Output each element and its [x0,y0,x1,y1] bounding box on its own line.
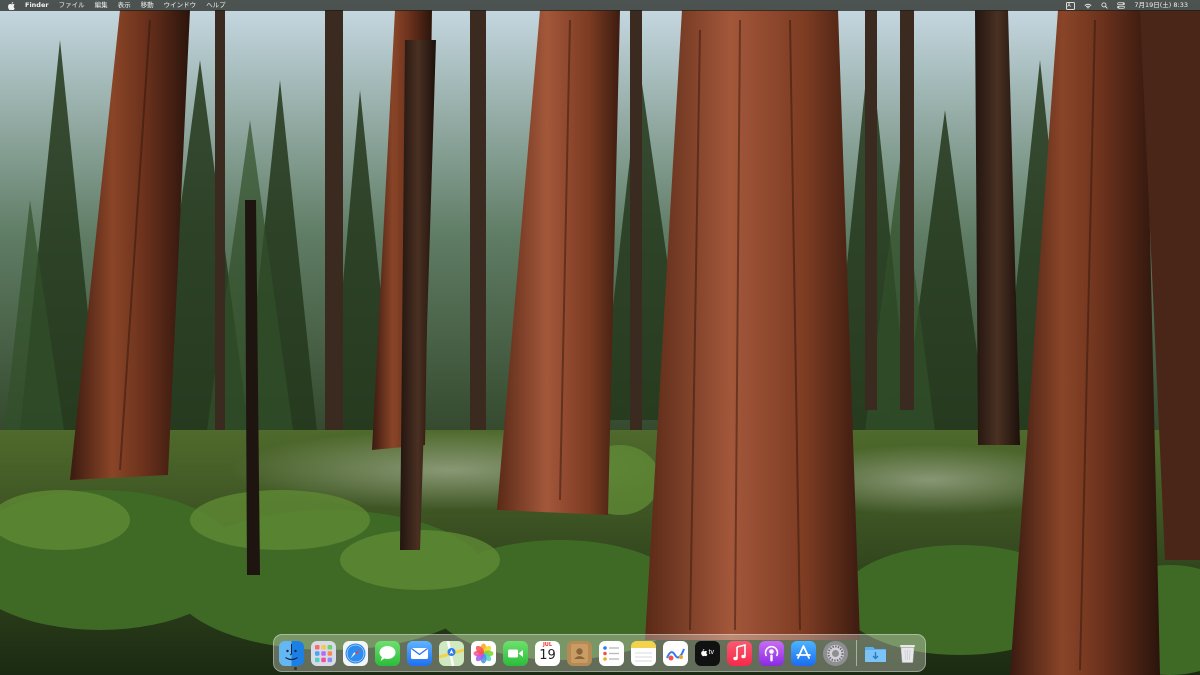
safari-icon[interactable] [343,640,368,666]
menu-edit[interactable]: 編集 [95,0,108,11]
calendar-icon[interactable]: JUL 19 [535,640,560,666]
search-icon[interactable] [1101,2,1109,9]
system-settings-icon[interactable] [823,640,848,666]
menu-help[interactable]: ヘルプ [206,0,226,11]
freeform-icon[interactable] [663,640,688,666]
contacts-icon[interactable] [567,640,592,666]
wifi-icon[interactable] [1084,3,1092,9]
photos-icon[interactable] [471,640,496,666]
menu-bar: Finder ファイル 編集 表示 移動 ウインドウ ヘルプ A 7月19日(土… [0,0,1200,11]
finder-icon[interactable] [279,640,304,666]
tv-label: tv [708,649,714,656]
dock-separator [856,640,857,666]
calendar-day-label: 19 [539,647,556,663]
input-source-indicator[interactable]: A [1066,1,1076,10]
mail-icon[interactable] [407,640,432,666]
menu-window[interactable]: ウインドウ [164,0,197,11]
menu-app-name[interactable]: Finder [25,0,49,11]
menu-view[interactable]: 表示 [118,0,131,11]
notes-icon[interactable] [631,640,656,666]
podcasts-icon[interactable] [759,640,784,666]
menu-go[interactable]: 移動 [141,0,154,11]
reminders-icon[interactable] [599,640,624,666]
menu-file[interactable]: ファイル [59,0,85,11]
apple-menu-icon[interactable] [8,1,15,10]
tv-icon[interactable]: tv [695,640,720,666]
trash-icon[interactable] [895,641,920,666]
desktop-wallpaper [0,0,1200,675]
facetime-icon[interactable] [503,640,528,666]
menubar-clock[interactable]: 7月19日(土) 8:33 [1134,0,1188,11]
music-icon[interactable] [727,640,752,666]
downloads-folder-icon[interactable] [863,641,888,666]
app-store-icon[interactable] [791,640,816,666]
dock: JUL 19 tv [273,634,926,672]
maps-icon[interactable] [439,640,464,666]
running-indicator [293,666,297,670]
messages-icon[interactable] [375,640,400,666]
launchpad-icon[interactable] [311,640,336,666]
control-center-icon[interactable] [1117,2,1126,9]
